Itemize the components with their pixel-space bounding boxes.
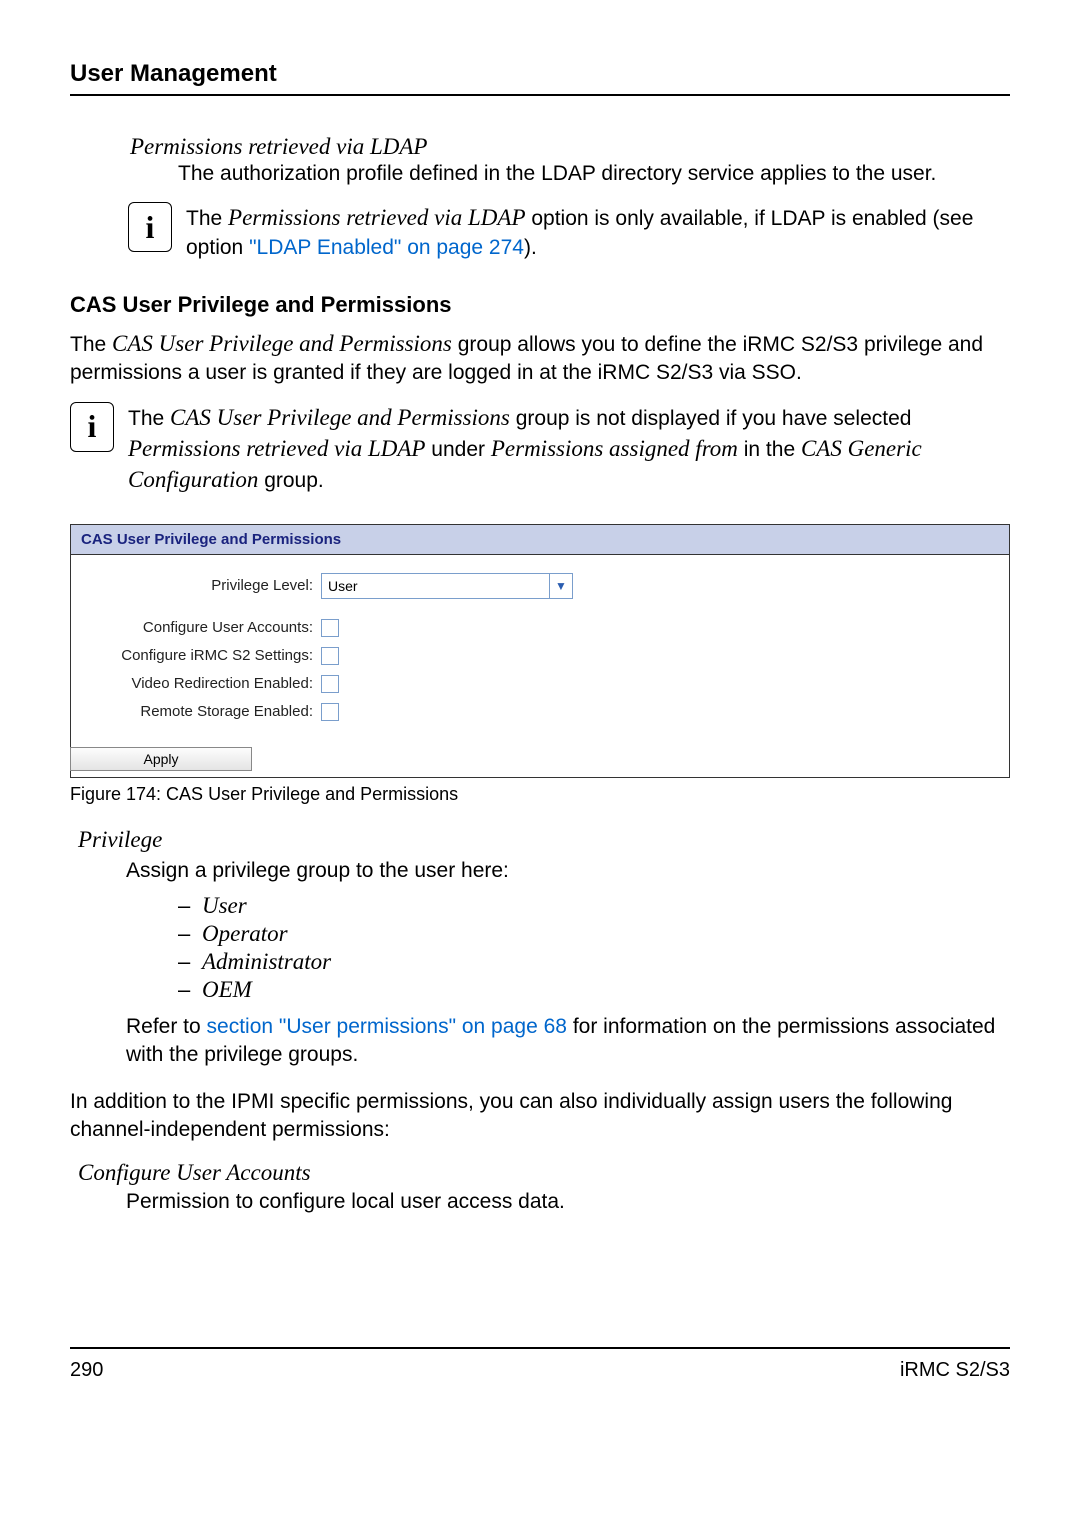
privilege-desc: Assign a privilege group to the user her…: [126, 857, 1010, 885]
priv-item: OEM: [202, 977, 252, 1003]
remote-storage-checkbox[interactable]: [321, 703, 339, 721]
addition-paragraph: In addition to the IPMI specific permiss…: [70, 1088, 1010, 1145]
ldap-enabled-link[interactable]: "LDAP Enabled" on page 274: [249, 236, 524, 259]
perm-ldap-desc: The authorization profile defined in the…: [178, 160, 1010, 188]
figure-caption: Figure 174: CAS User Privilege and Permi…: [70, 784, 1010, 805]
privilege-level-dropdown[interactable]: User ▼: [321, 573, 573, 599]
configure-irmc-settings-label: Configure iRMC S2 Settings:: [83, 647, 321, 664]
video-redirection-checkbox[interactable]: [321, 675, 339, 693]
configure-user-accounts-checkbox[interactable]: [321, 619, 339, 637]
configure-irmc-settings-checkbox[interactable]: [321, 647, 339, 665]
page-header: User Management: [70, 60, 1010, 88]
info-icon: i: [70, 402, 114, 452]
header-rule: [70, 94, 1010, 96]
privilege-title: Privilege: [78, 827, 1010, 853]
perm-ldap-title: Permissions retrieved via LDAP: [130, 134, 1010, 160]
cas-paragraph: The CAS User Privilege and Permissions g…: [70, 328, 1010, 388]
remote-storage-label: Remote Storage Enabled:: [83, 703, 321, 720]
video-redirection-label: Video Redirection Enabled:: [83, 675, 321, 692]
page-number: 290: [70, 1359, 103, 1382]
priv-item: User: [202, 893, 247, 919]
doc-id: iRMC S2/S3: [900, 1359, 1010, 1382]
cua-title: Configure User Accounts: [78, 1160, 1010, 1186]
cua-desc: Permission to configure local user acces…: [126, 1188, 1010, 1216]
priv-item: Operator: [202, 921, 288, 947]
panel-title: CAS User Privilege and Permissions: [71, 525, 1009, 555]
cas-panel: CAS User Privilege and Permissions Privi…: [70, 524, 1010, 778]
info-icon: i: [128, 202, 172, 252]
privilege-list: –User –Operator –Administrator –OEM: [178, 893, 1010, 1003]
configure-user-accounts-label: Configure User Accounts:: [83, 619, 321, 636]
user-permissions-link[interactable]: section "User permissions" on page 68: [207, 1015, 567, 1038]
info-glyph: i: [146, 209, 155, 246]
info-glyph: i: [88, 408, 97, 445]
apply-button[interactable]: Apply: [70, 747, 252, 771]
chevron-down-icon: ▼: [549, 574, 572, 598]
privilege-level-label: Privilege Level:: [83, 577, 321, 594]
privilege-level-value: User: [322, 574, 549, 598]
note-cas: The CAS User Privilege and Permissions g…: [128, 402, 1010, 496]
note-ldap: The Permissions retrieved via LDAP optio…: [186, 202, 1010, 262]
cas-heading: CAS User Privilege and Permissions: [70, 292, 1010, 318]
priv-item: Administrator: [202, 949, 331, 975]
footer-rule: [70, 1347, 1010, 1349]
privilege-refer: Refer to section "User permissions" on p…: [126, 1013, 1010, 1070]
